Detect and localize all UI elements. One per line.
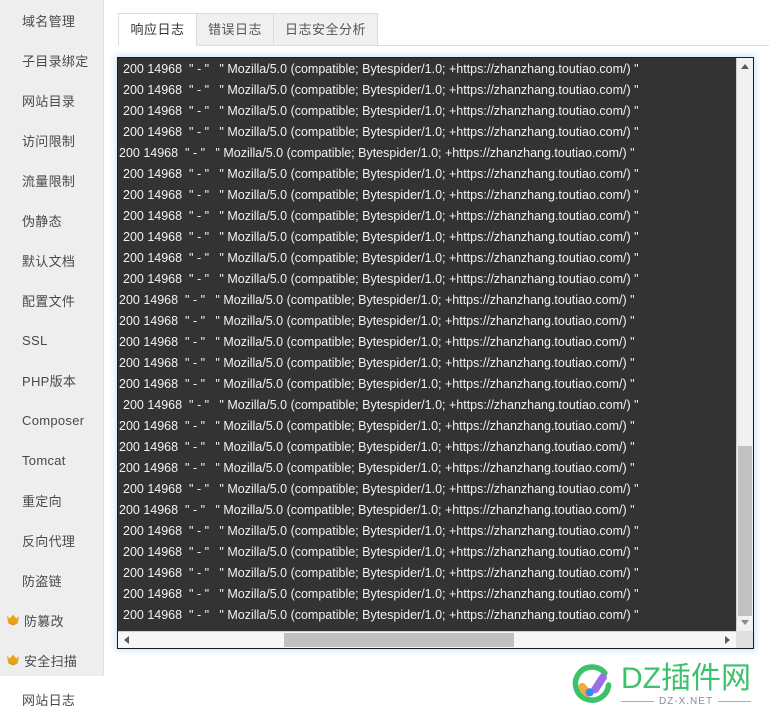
crown-icon <box>7 614 19 626</box>
log-line: 200 14968 " - " " Mozilla/5.0 (compatibl… <box>119 335 635 349</box>
log-line: 200 14968 " - " " Mozilla/5.0 (compatibl… <box>123 188 639 202</box>
sidebar-item-label: 默认文档 <box>22 253 76 269</box>
sidebar-item-15[interactable]: 防盗链 <box>0 560 103 600</box>
sidebar-item-6[interactable]: 伪静态 <box>0 200 103 240</box>
sidebar-item-3[interactable]: 网站目录 <box>0 80 103 120</box>
log-line: 200 14968 " - " " Mozilla/5.0 (compatibl… <box>123 272 639 286</box>
sidebar-item-label: 配置文件 <box>22 293 76 309</box>
log-line: 200 14968 " - " " Mozilla/5.0 (compatibl… <box>119 503 635 517</box>
sidebar-item-13[interactable]: 重定向 <box>0 480 103 520</box>
log-line: 200 14968 " - " " Mozilla/5.0 (compatibl… <box>123 230 639 244</box>
sidebar-item-label: 访问限制 <box>22 133 76 149</box>
log-line: 200 14968 " - " " Mozilla/5.0 (compatibl… <box>123 251 639 265</box>
sidebar-item-label: 子目录绑定 <box>22 53 89 69</box>
log-line: 200 14968 " - " " Mozilla/5.0 (compatibl… <box>123 566 639 580</box>
scroll-up-arrow-icon[interactable] <box>741 64 749 69</box>
sidebar-overflow-area: 网站日志 <box>0 676 104 719</box>
sidebar-item-7[interactable]: 默认文档 <box>0 240 103 280</box>
log-line: 200 14968 " - " " Mozilla/5.0 (compatibl… <box>123 482 639 496</box>
sidebar-item-14[interactable]: 反向代理 <box>0 520 103 560</box>
sidebar-item-12[interactable]: Tomcat <box>0 440 103 480</box>
log-line: 200 14968 " - " " Mozilla/5.0 (compatibl… <box>123 167 639 181</box>
watermark-text-block: DZ插件网 DZ-X.NET <box>621 662 752 707</box>
tab-1[interactable]: 响应日志 <box>118 13 196 46</box>
sidebar: 域名管理子目录绑定网站目录访问限制流量限制伪静态默认文档配置文件 SSL PHP版本… <box>0 0 104 676</box>
log-line: 200 14968 " - " " Mozilla/5.0 (compatibl… <box>123 545 639 559</box>
log-line: 200 14968 " - " " Mozilla/5.0 (compatibl… <box>123 209 639 223</box>
sidebar-item-label: 防盗链 <box>22 573 62 589</box>
log-line: 200 14968 " - " " Mozilla/5.0 (compatibl… <box>123 608 639 622</box>
sidebar-item-label: 重定向 <box>22 493 62 509</box>
scroll-left-arrow-icon[interactable] <box>124 636 129 644</box>
tab-2[interactable]: 错误日志 <box>196 13 273 46</box>
sidebar-item-label: 伪静态 <box>22 213 62 229</box>
log-line: 200 14968 " - " " Mozilla/5.0 (compatibl… <box>123 125 639 139</box>
scroll-down-arrow-icon[interactable] <box>741 620 749 625</box>
sidebar-item-10[interactable]: PHP版本 <box>0 360 103 400</box>
horizontal-scrollbar[interactable] <box>118 631 736 648</box>
log-viewport: 200 14968 " - " " Mozilla/5.0 (compatibl… <box>118 58 736 631</box>
sidebar-item-label: 域名管理 <box>22 13 76 29</box>
sidebar-item-label: Composer <box>22 412 85 428</box>
log-line: 200 14968 " - " " Mozilla/5.0 (compatibl… <box>119 419 635 433</box>
log-line: 200 14968 " - " " Mozilla/5.0 (compatibl… <box>119 293 635 307</box>
log-output-panel[interactable]: 200 14968 " - " " Mozilla/5.0 (compatibl… <box>117 57 754 649</box>
scroll-right-arrow-icon[interactable] <box>725 636 730 644</box>
sidebar-item-label: 网站目录 <box>22 93 76 109</box>
scrollbar-corner <box>736 631 753 648</box>
sidebar-item-9[interactable]: SSL <box>0 320 103 360</box>
watermark-rule-right <box>718 701 752 702</box>
log-line: 200 14968 " - " " Mozilla/5.0 (compatibl… <box>123 62 639 76</box>
log-line: 200 14968 " - " " Mozilla/5.0 (compatibl… <box>119 314 635 328</box>
sidebar-item-label: 安全扫描 <box>24 653 78 669</box>
log-line: 200 14968 " - " " Mozilla/5.0 (compatibl… <box>119 356 635 370</box>
watermark-logo: DZ插件网 DZ-X.NET <box>569 659 759 711</box>
sidebar-item-label: PHP版本 <box>22 373 77 389</box>
sidebar-item-label: 防篡改 <box>24 613 64 629</box>
log-line-list: 200 14968 " - " " Mozilla/5.0 (compatibl… <box>118 59 639 626</box>
log-line: 200 14968 " - " " Mozilla/5.0 (compatibl… <box>123 398 639 412</box>
sidebar-item-2[interactable]: 子目录绑定 <box>0 40 103 80</box>
crown-icon <box>7 654 19 666</box>
tab-3[interactable]: 日志安全分析 <box>273 13 378 46</box>
app-window: 域名管理子目录绑定网站目录访问限制流量限制伪静态默认文档配置文件 SSL PHP版本… <box>0 0 769 719</box>
horizontal-scrollbar-thumb[interactable] <box>284 633 514 647</box>
sidebar-item-label: 反向代理 <box>22 533 76 549</box>
sidebar-item-4[interactable]: 访问限制 <box>0 120 103 160</box>
watermark-subtitle-row: DZ-X.NET <box>621 696 752 707</box>
sidebar-item-18[interactable]: 网站日志 <box>0 679 103 719</box>
log-line: 200 14968 " - " " Mozilla/5.0 (compatibl… <box>119 146 635 160</box>
log-line: 200 14968 " - " " Mozilla/5.0 (compatibl… <box>123 587 639 601</box>
sidebar-item-1[interactable]: 域名管理 <box>0 0 103 40</box>
sidebar-item-8[interactable]: 配置文件 <box>0 280 103 320</box>
vertical-scrollbar-thumb[interactable] <box>738 446 752 616</box>
sidebar-item-16[interactable]: 防篡改 <box>0 600 103 640</box>
log-line: 200 14968 " - " " Mozilla/5.0 (compatibl… <box>123 104 639 118</box>
log-line: 200 14968 " - " " Mozilla/5.0 (compatibl… <box>123 524 639 538</box>
log-line: 200 14968 " - " " Mozilla/5.0 (compatibl… <box>119 377 635 391</box>
sidebar-item-label: 流量限制 <box>22 173 76 189</box>
watermark-rule-left <box>621 701 654 702</box>
watermark-title: DZ插件网 <box>621 662 751 695</box>
sidebar-item-17[interactable]: 安全扫描 <box>0 640 103 680</box>
sidebar-item-11[interactable]: Composer <box>0 400 103 440</box>
log-line: 200 14968 " - " " Mozilla/5.0 (compatibl… <box>123 83 639 97</box>
log-line: 200 14968 " - " " Mozilla/5.0 (compatibl… <box>119 440 635 454</box>
log-line: 200 14968 " - " " Mozilla/5.0 (compatibl… <box>119 461 635 475</box>
sidebar-item-5[interactable]: 流量限制 <box>0 160 103 200</box>
vertical-scrollbar[interactable] <box>736 58 753 631</box>
tab-bar: 响应日志 错误日志 日志安全分析 <box>118 13 769 46</box>
dz-logo-icon <box>572 664 612 703</box>
watermark-subtitle: DZ-X.NET <box>658 696 714 707</box>
sidebar-item-label: Tomcat <box>22 452 66 468</box>
sidebar-item-label: SSL <box>22 332 48 348</box>
sidebar-item-label: 网站日志 <box>22 692 76 708</box>
